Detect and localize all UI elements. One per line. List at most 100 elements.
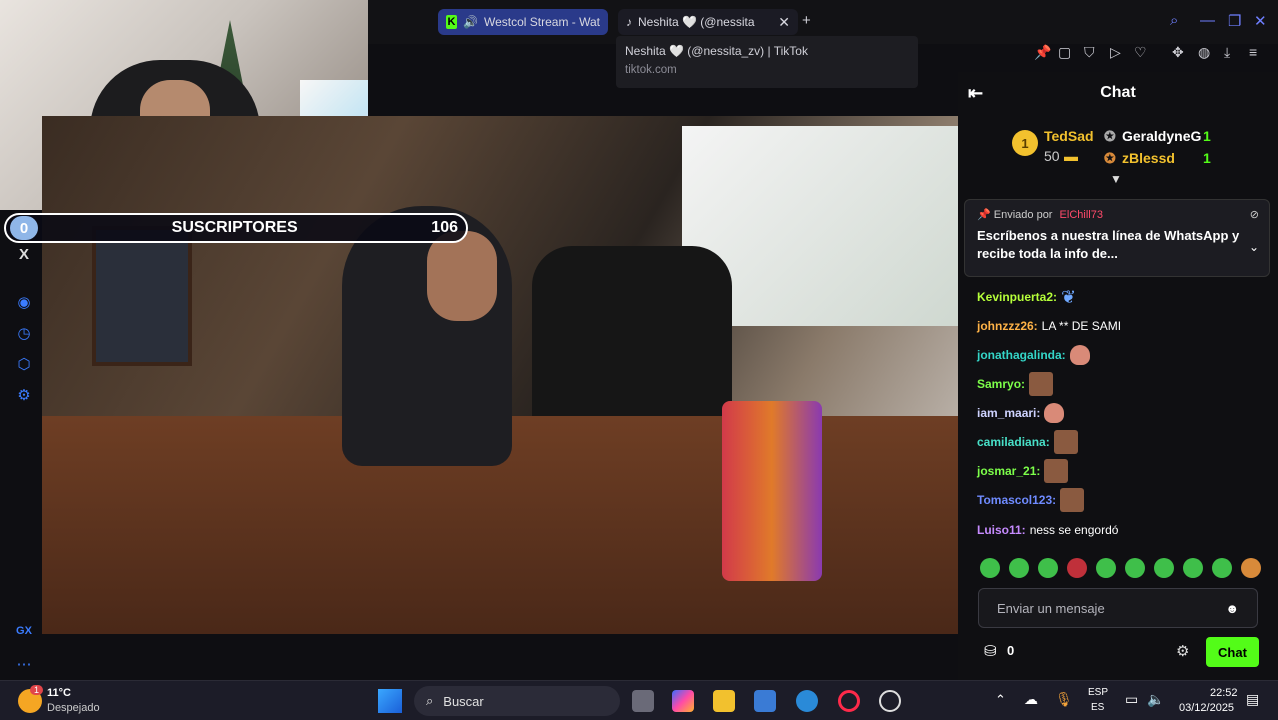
- gift-leaderboard: 1 TedSad 50 ▬ ✪ GeraldyneG 1 ✪ zBlessd 1…: [958, 114, 1278, 186]
- emote-icon[interactable]: [1183, 558, 1203, 578]
- pinned-text: Escríbenos a nuestra línea de WhatsApp y…: [977, 228, 1240, 261]
- chat-text: LA ** DE SAMI: [1041, 319, 1122, 333]
- menu-icon[interactable]: ≡: [1249, 44, 1257, 60]
- chat-input[interactable]: Enviar un mensaje ☻: [978, 588, 1258, 628]
- emote-icon[interactable]: [1009, 558, 1029, 578]
- chat-message: jonathagalinda:: [977, 341, 1090, 369]
- outlook-icon[interactable]: [796, 690, 818, 712]
- leader-second-count: 1: [1203, 128, 1211, 144]
- file-explorer-icon[interactable]: [713, 690, 735, 712]
- weather-desc[interactable]: Despejado: [47, 702, 100, 714]
- expand-leaderboard-icon[interactable]: ▼: [1110, 172, 1122, 186]
- copilot-icon[interactable]: [672, 690, 694, 712]
- close-tab-icon[interactable]: ✕: [778, 14, 790, 31]
- emote-icon[interactable]: [1096, 558, 1116, 578]
- chat-username[interactable]: Tomascol123:: [977, 493, 1056, 507]
- settings-icon[interactable]: ⚙: [14, 386, 34, 404]
- shield-icon[interactable]: ⛉: [1084, 44, 1095, 61]
- more-icon[interactable]: ⋯: [14, 655, 34, 673]
- tab-label: Westcol Stream - Wat: [483, 15, 600, 29]
- weather-temp[interactable]: 11°C: [47, 687, 71, 699]
- chat-username[interactable]: Samryo:: [977, 377, 1025, 391]
- play-icon[interactable]: ▷: [1110, 44, 1121, 61]
- emote-icon[interactable]: [1212, 558, 1232, 578]
- maximize-icon[interactable]: ❐: [1228, 12, 1241, 30]
- extensions-icon[interactable]: ✥: [1172, 44, 1184, 61]
- chevron-down-icon[interactable]: ⌄: [1249, 240, 1259, 254]
- store-icon[interactable]: [754, 690, 776, 712]
- points-icon[interactable]: ⛁: [984, 642, 997, 660]
- task-view-icon[interactable]: [632, 690, 654, 712]
- chat-username[interactable]: jonathagalinda:: [977, 348, 1066, 362]
- chatgpt-icon[interactable]: [879, 690, 901, 712]
- x-logo-icon[interactable]: X: [14, 246, 34, 263]
- chevron-up-icon[interactable]: ⌃: [995, 692, 1006, 708]
- sub-goal-count: 106: [431, 219, 458, 236]
- taskbar-search[interactable]: ⌕ Buscar: [414, 686, 620, 716]
- chat-message: Luiso11: ness se engordó: [977, 516, 1118, 544]
- send-chat-button[interactable]: Chat: [1206, 637, 1259, 667]
- search-label: Buscar: [443, 693, 484, 709]
- leader-first-count: 50: [1044, 148, 1060, 164]
- emote-icon: [1053, 430, 1078, 454]
- history-icon[interactable]: ◷: [14, 324, 34, 342]
- chat-input-placeholder: Enviar un mensaje: [997, 600, 1105, 616]
- chat-username[interactable]: Luiso11:: [977, 523, 1026, 537]
- stream-video[interactable]: [42, 116, 958, 634]
- clock-date[interactable]: 03/12/2025: [1179, 702, 1234, 714]
- office-chair: [532, 246, 732, 436]
- search-icon[interactable]: ⌕: [1170, 12, 1178, 29]
- gx-icon[interactable]: GX: [14, 625, 34, 637]
- tab-label: Neshita 🤍 (@nessita: [638, 15, 755, 29]
- chat-username[interactable]: camiladiana:: [977, 435, 1050, 449]
- close-window-icon[interactable]: ✕: [1254, 12, 1267, 30]
- account-icon[interactable]: ◍: [1198, 44, 1210, 61]
- cloud-icon[interactable]: ☁: [1024, 691, 1038, 708]
- pin-icon: 📌: [977, 209, 991, 221]
- opera-gx-icon[interactable]: [838, 690, 860, 712]
- collapse-chat-icon[interactable]: ⇤: [968, 83, 983, 104]
- chat-username[interactable]: iam_maari:: [977, 406, 1040, 420]
- lang-top[interactable]: ESP: [1088, 687, 1108, 698]
- emote-icon: [1029, 372, 1054, 396]
- windows-start-icon[interactable]: [378, 689, 402, 713]
- emote-icon[interactable]: [1125, 558, 1145, 578]
- new-tab-icon[interactable]: +: [802, 12, 811, 29]
- emote-icon[interactable]: [1038, 558, 1058, 578]
- butterfly-emote: ❦: [1061, 286, 1077, 307]
- download-icon[interactable]: ⤓: [1224, 44, 1230, 61]
- subscriber-goal-bar: 0 SUSCRIPTORES 106: [4, 213, 468, 243]
- heart-icon[interactable]: ♡: [1134, 44, 1147, 61]
- chat-username[interactable]: johnzzz26:: [977, 319, 1038, 333]
- notifications-icon[interactable]: ▤: [1246, 691, 1259, 708]
- tiktok-icon: ♪: [626, 15, 632, 29]
- tooltip-url: tiktok.com: [625, 64, 677, 76]
- lang-bottom[interactable]: ES: [1091, 702, 1104, 713]
- hide-pin-icon[interactable]: ⊘: [1250, 208, 1259, 221]
- chat-settings-icon[interactable]: ⚙: [1176, 642, 1189, 660]
- tab-tiktok[interactable]: ♪ Neshita 🤍 (@nessita ✕: [618, 9, 798, 35]
- minimize-icon[interactable]: —: [1200, 12, 1215, 29]
- emote-icon: [1060, 488, 1085, 512]
- snapshot-icon[interactable]: ▢: [1058, 44, 1071, 61]
- emote-icon[interactable]: [980, 558, 1000, 578]
- monitor-wall: [92, 226, 192, 366]
- emote-icon[interactable]: [1241, 558, 1261, 578]
- microphone-icon[interactable]: 🎙: [1055, 691, 1073, 708]
- clock-time[interactable]: 22:52: [1210, 687, 1238, 699]
- extensions-rail-icon[interactable]: ⬡: [14, 355, 34, 373]
- windows-taskbar: 1 11°C Despejado ⌕ Buscar ⌃ ☁ 🎙 ESP ES ▭…: [0, 680, 1278, 720]
- emote-icon[interactable]: [1067, 558, 1087, 578]
- chat-username[interactable]: josmar_21:: [977, 464, 1040, 478]
- volume-icon[interactable]: 🔈: [1147, 691, 1164, 708]
- search-icon: ⌕: [426, 693, 434, 708]
- pin-icon[interactable]: 📌: [1034, 44, 1051, 61]
- tab-westcol-stream[interactable]: K 🔊 Westcol Stream - Wat: [438, 9, 608, 35]
- pinned-message[interactable]: 📌 Enviado por ElChill73 ⊘ Escríbenos a n…: [964, 199, 1270, 277]
- emoji-icon[interactable]: ☻: [1225, 601, 1239, 616]
- kick-logo-icon: K: [446, 15, 458, 29]
- chat-username[interactable]: Kevinpuerta2:: [977, 290, 1057, 304]
- play-circle-icon[interactable]: ◉: [14, 293, 34, 311]
- network-icon[interactable]: ▭: [1125, 691, 1138, 708]
- emote-icon[interactable]: [1154, 558, 1174, 578]
